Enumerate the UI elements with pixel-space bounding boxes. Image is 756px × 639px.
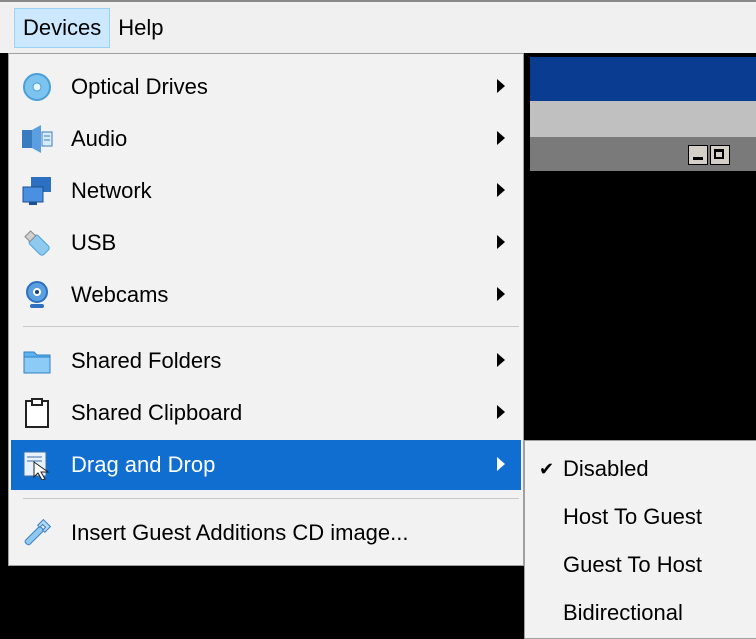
menu-bar: Devices Help	[0, 0, 756, 53]
submenu-arrow-icon	[497, 457, 505, 471]
drag-and-drop-submenu: ✔ Disabled Host To Guest Guest To Host B…	[524, 440, 756, 639]
menu-item-label: Shared Clipboard	[71, 400, 243, 425]
submenu-item-label: Host To Guest	[563, 504, 702, 529]
submenu-item-guest-to-host[interactable]: Guest To Host	[525, 541, 756, 589]
menu-item-insert-guest-additions[interactable]: Insert Guest Additions CD image...	[11, 508, 521, 558]
submenu-arrow-icon	[497, 353, 505, 367]
menu-item-label: Drag and Drop	[71, 452, 216, 477]
menu-item-label: Network	[71, 178, 152, 203]
submenu-arrow-icon	[497, 79, 505, 93]
menu-item-shared-clipboard[interactable]: Shared Clipboard	[11, 388, 521, 438]
menu-item-shared-folders[interactable]: Shared Folders	[11, 336, 521, 386]
menu-item-label: Webcams	[71, 282, 169, 307]
guest-window	[520, 53, 756, 493]
checkmark-icon: ✔	[539, 458, 555, 479]
menu-item-label: USB	[71, 230, 117, 255]
submenu-item-label: Disabled	[563, 456, 649, 481]
menu-separator	[23, 498, 519, 499]
menu-item-webcams[interactable]: Webcams	[11, 270, 521, 320]
wrench-icon	[21, 517, 53, 549]
folder-icon	[21, 345, 53, 377]
submenu-arrow-icon	[497, 183, 505, 197]
minimize-button[interactable]	[688, 145, 708, 165]
menu-help[interactable]: Help	[110, 8, 171, 48]
submenu-arrow-icon	[497, 131, 505, 145]
usb-icon	[21, 227, 53, 259]
submenu-item-bidirectional[interactable]: Bidirectional	[525, 589, 756, 637]
guest-title-bar	[530, 57, 756, 101]
maximize-button[interactable]	[710, 145, 730, 165]
menu-item-label: Optical Drives	[71, 74, 208, 99]
audio-speaker-icon	[21, 123, 53, 155]
submenu-arrow-icon	[497, 235, 505, 249]
menu-separator	[23, 326, 519, 327]
menu-item-audio[interactable]: Audio	[11, 114, 521, 164]
menu-item-label: Shared Folders	[71, 348, 222, 373]
menu-item-drag-and-drop[interactable]: Drag and Drop	[11, 440, 521, 490]
guest-window-buttons	[688, 145, 730, 165]
drag-drop-icon	[21, 449, 53, 481]
submenu-item-disabled[interactable]: ✔ Disabled	[525, 445, 756, 493]
submenu-item-label: Guest To Host	[563, 552, 702, 577]
submenu-item-label: Bidirectional	[563, 600, 683, 625]
submenu-arrow-icon	[497, 287, 505, 301]
webcam-icon	[21, 279, 53, 311]
menu-item-label: Audio	[71, 126, 128, 151]
submenu-item-host-to-guest[interactable]: Host To Guest	[525, 493, 756, 541]
submenu-arrow-icon	[497, 405, 505, 419]
guest-menu-strip	[530, 101, 756, 137]
menu-item-usb[interactable]: USB	[11, 218, 521, 268]
clipboard-icon	[21, 397, 53, 429]
menu-item-label: Insert Guest Additions CD image...	[71, 520, 409, 545]
network-icon	[21, 175, 53, 207]
devices-menu: Optical Drives Audio Network USB Webcams	[8, 53, 524, 566]
menu-devices[interactable]: Devices	[14, 7, 111, 48]
menu-item-optical-drives[interactable]: Optical Drives	[11, 62, 521, 112]
menu-item-network[interactable]: Network	[11, 166, 521, 216]
optical-disc-icon	[21, 71, 53, 103]
